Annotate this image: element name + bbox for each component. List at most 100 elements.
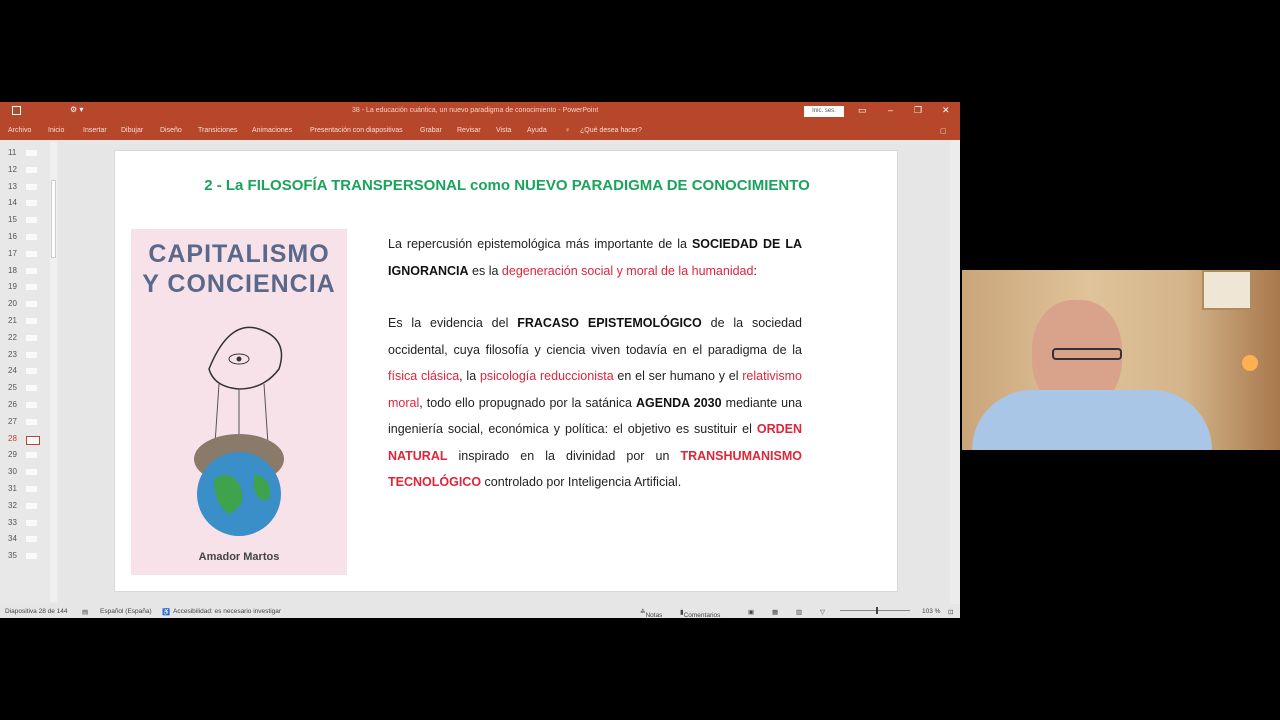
thumbnail-number: 14 <box>8 198 17 208</box>
spellcheck-icon[interactable]: ▤ <box>82 608 88 616</box>
status-bar: Diapositiva 28 de 144 ▤ Español (España)… <box>0 604 960 619</box>
close-button[interactable]: ✕ <box>942 105 950 116</box>
slide-thumbnail[interactable] <box>26 284 37 291</box>
wall-frame <box>1202 270 1252 310</box>
tab-dibujar[interactable]: Dibujar <box>121 127 143 134</box>
thumbnail-number: 26 <box>8 400 17 409</box>
scrollbar-thumb[interactable] <box>51 180 56 258</box>
slide-sorter-icon[interactable]: ▦ <box>772 608 778 616</box>
thumbnail-number: 12 <box>8 164 17 174</box>
thumbnail-number: 34 <box>8 534 17 544</box>
zoom-slider-thumb[interactable] <box>876 607 878 614</box>
restore-button[interactable]: ❐ <box>914 105 922 116</box>
slide-thumbnail[interactable] <box>26 553 37 560</box>
book-cover-image: CAPITALISMO Y CONCIENCIA Amador Martos <box>131 229 347 575</box>
book-title: CAPITALISMO Y CONCIENCIA <box>142 240 336 298</box>
minimize-button[interactable]: – <box>888 105 893 115</box>
ribbon-tabs: Archivo Inicio Insertar Dibujar Diseño T… <box>0 120 960 140</box>
tab-grabar[interactable]: Grabar <box>420 127 442 134</box>
thumbnail-number: 22 <box>8 332 17 342</box>
comments-icon[interactable]: ▢ <box>940 127 947 135</box>
notes-button[interactable]: ≙ Notas <box>640 608 662 619</box>
save-icon[interactable] <box>12 106 21 115</box>
tab-diseno[interactable]: Diseño <box>160 127 182 134</box>
slide-thumbnail[interactable] <box>26 351 37 358</box>
thumbnail-number: 23 <box>8 349 17 359</box>
slide-thumbnail[interactable] <box>26 334 37 341</box>
slide-thumbnail[interactable] <box>26 318 37 324</box>
accessibility-status[interactable]: Accesibilidad: es necesario investigar <box>173 608 281 615</box>
tab-vista[interactable]: Vista <box>496 127 511 134</box>
thumbnail-number: 20 <box>8 299 17 309</box>
slide-thumbnail[interactable] <box>26 234 37 240</box>
paragraph-1: La repercusión epistemológica más import… <box>388 237 802 278</box>
accessibility-icon[interactable]: ♿ <box>162 608 170 616</box>
tab-animaciones[interactable]: Animaciones <box>252 127 292 134</box>
slide-thumbnail[interactable] <box>26 385 37 392</box>
reading-view-icon[interactable]: ▥ <box>796 608 802 616</box>
thumbnail-number: 25 <box>8 383 17 393</box>
slide-thumbnail[interactable] <box>26 502 37 509</box>
slide-thumbnail[interactable] <box>26 301 37 308</box>
slide-editing-area: 2 - La FILOSOFÍA TRANSPERSONAL como NUEV… <box>58 140 950 604</box>
powerpoint-window: ⚙ ▾ 38 - La educación cuántica, un nuevo… <box>0 102 960 619</box>
tell-me-search[interactable]: ¿Qué desea hacer? <box>580 127 642 134</box>
title-bar: ⚙ ▾ 38 - La educación cuántica, un nuevo… <box>0 102 960 120</box>
slide-thumbnail[interactable] <box>26 452 37 459</box>
thumbnail-number: 31 <box>8 484 17 493</box>
thumbnail-number: 17 <box>8 248 17 258</box>
slide-thumbnail[interactable] <box>26 200 37 207</box>
slide-thumbnail[interactable] <box>26 217 37 224</box>
vertical-scrollbar[interactable] <box>950 140 960 604</box>
slide-thumbnail[interactable] <box>26 418 37 425</box>
slide-thumbnail[interactable] <box>26 368 37 375</box>
thumbnail-number: 16 <box>8 232 17 241</box>
slide-thumbnail[interactable] <box>26 166 37 173</box>
slideshow-icon[interactable]: ▽ <box>820 608 825 616</box>
thumbnail-number: 21 <box>8 316 17 325</box>
thumbnail-number: 15 <box>8 215 17 225</box>
slide-thumbnail[interactable] <box>26 150 37 156</box>
tab-transiciones[interactable]: Transiciones <box>198 127 237 134</box>
lamp <box>1242 355 1258 371</box>
language-indicator[interactable]: Español (España) <box>100 608 152 615</box>
slide-thumbnail[interactable] <box>26 183 37 190</box>
tab-ayuda[interactable]: Ayuda <box>527 127 547 134</box>
person-shirt <box>972 390 1212 450</box>
quick-access-icon[interactable]: ⚙ ▾ <box>70 105 83 114</box>
sign-in-button[interactable]: Inic. ses. <box>804 106 844 117</box>
slide-thumbnail[interactable] <box>26 267 37 274</box>
slide-thumbnail[interactable] <box>26 469 37 476</box>
zoom-level[interactable]: 103 % <box>922 608 940 615</box>
tab-inicio[interactable]: Inicio <box>48 127 64 134</box>
thumbnail-number: 19 <box>8 282 17 292</box>
tab-archivo[interactable]: Archivo <box>8 127 31 134</box>
paragraph-2: Es la evidencia del FRACASO EPISTEMOLÓGI… <box>388 316 803 489</box>
ribbon-display-icon[interactable]: ▭ <box>858 105 867 116</box>
slide[interactable]: 2 - La FILOSOFÍA TRANSPERSONAL como NUEV… <box>114 150 898 592</box>
thumbnail-number: 32 <box>8 500 17 510</box>
book-author: Amador Martos <box>198 551 280 563</box>
fit-slide-icon[interactable]: ⊡ <box>948 608 953 616</box>
lightbulb-icon: ♀ <box>565 127 571 134</box>
comments-button[interactable]: ▮ Comentarios <box>680 608 720 619</box>
slide-thumbnail[interactable] <box>26 519 37 526</box>
zoom-slider[interactable] <box>840 610 910 611</box>
tab-presentacion[interactable]: Presentación con diapositivas <box>310 127 403 134</box>
thumbnail-number: 35 <box>8 551 17 561</box>
slide-counter: Diapositiva 28 de 144 <box>5 608 68 615</box>
tab-revisar[interactable]: Revisar <box>457 127 481 134</box>
normal-view-icon[interactable]: ▣ <box>748 608 754 616</box>
slide-thumbnail[interactable] <box>26 250 37 257</box>
slide-thumbnail[interactable] <box>26 536 37 543</box>
slide-body-text: La repercusión epistemológica más import… <box>388 231 802 496</box>
tab-insertar[interactable]: Insertar <box>83 127 107 134</box>
window-title: 38 - La educación cuántica, un nuevo par… <box>352 107 599 114</box>
thumbnail-number: 28 <box>8 433 17 443</box>
slide-thumbnail[interactable] <box>26 435 40 445</box>
thumbnail-scrollbar[interactable] <box>50 142 57 602</box>
slide-thumbnail[interactable] <box>26 402 37 408</box>
slide-thumbnail[interactable] <box>26 486 37 492</box>
thumbnail-number: 18 <box>8 265 17 275</box>
thumbnail-number: 13 <box>8 181 17 191</box>
